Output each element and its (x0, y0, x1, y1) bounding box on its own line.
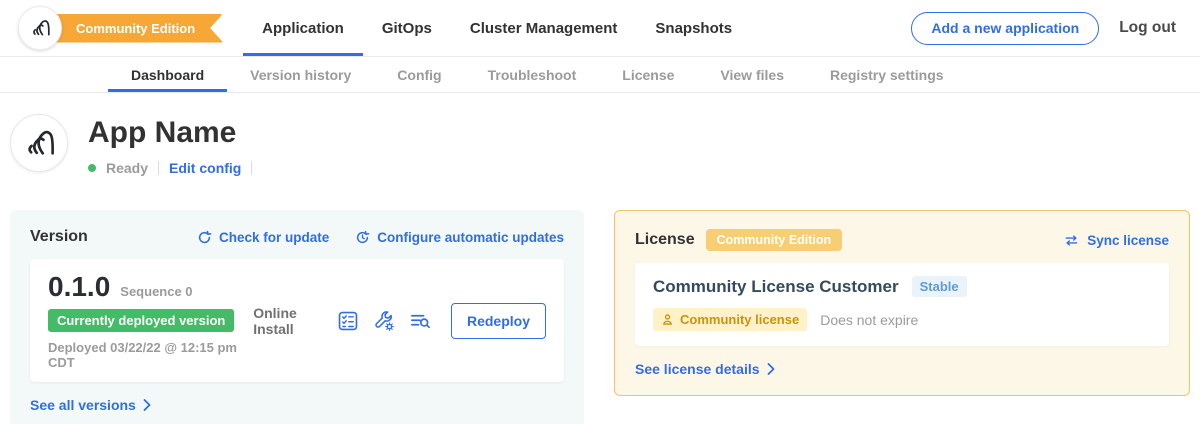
version-card: Version Check for update (10, 210, 584, 424)
replicated-logo-icon (29, 17, 51, 39)
license-type-row: Community license Does not expire (653, 308, 1151, 331)
brand: Community Edition (18, 6, 223, 50)
dashboard-content: App Name Ready Edit config Version (0, 114, 1200, 424)
logout-link[interactable]: Log out (1119, 19, 1176, 37)
subnav-dashboard[interactable]: Dashboard (108, 57, 227, 92)
sync-arrows-icon (1063, 234, 1080, 247)
current-version-panel: 0.1.0 Sequence 0 Currently deployed vers… (30, 259, 564, 382)
check-for-update-link[interactable]: Check for update (197, 230, 329, 245)
license-type-label: Community license (680, 312, 799, 327)
version-card-actions: Check for update Configure automatic upd… (197, 230, 564, 245)
see-license-details-label: See license details (635, 361, 760, 377)
license-details-panel: Community License Customer Stable Commun… (635, 263, 1169, 346)
topbar-actions: Add a new application Log out (911, 0, 1176, 56)
app-header-text: App Name Ready Edit config (88, 114, 252, 176)
edition-ribbon-label: Community Edition (76, 21, 195, 36)
chevron-right-icon (767, 363, 775, 375)
expiration-text: Does not expire (820, 312, 918, 328)
app-logo-icon (22, 126, 56, 160)
license-card-title: License (635, 231, 695, 249)
tab-gitops[interactable]: GitOps (363, 0, 451, 56)
see-license-details-link[interactable]: See license details (635, 361, 775, 377)
app-status-row: Ready Edit config (88, 160, 252, 176)
refresh-icon (197, 230, 212, 245)
redeploy-button[interactable]: Redeploy (451, 303, 546, 339)
subnav-version-history[interactable]: Version history (227, 57, 374, 92)
status-badge: Ready (106, 160, 148, 176)
edition-ribbon: Community Edition (40, 14, 223, 43)
preflight-checklist-icon[interactable] (337, 310, 359, 332)
check-for-update-label: Check for update (219, 230, 329, 245)
deployed-timestamp: Deployed 03/22/22 @ 12:15 pm CDT (48, 340, 253, 370)
see-all-versions-label: See all versions (30, 397, 136, 413)
sequence-label: Sequence 0 (120, 284, 192, 299)
version-card-header: Version Check for update (30, 228, 564, 246)
version-card-title: Version (30, 228, 88, 246)
channel-badge: Stable (912, 276, 967, 297)
divider (158, 161, 159, 175)
app-icon (10, 114, 68, 172)
status-dot (88, 164, 96, 172)
secondary-nav: Dashboard Version history Config Trouble… (0, 57, 1200, 93)
add-new-application-button[interactable]: Add a new application (911, 12, 1099, 45)
license-user-icon (661, 313, 674, 326)
page-title: App Name (88, 116, 252, 150)
configure-automatic-updates-label: Configure automatic updates (377, 230, 564, 245)
version-number: 0.1.0 (48, 271, 110, 303)
primary-nav: Application GitOps Cluster Management Sn… (243, 0, 751, 56)
subnav-view-files[interactable]: View files (697, 57, 807, 92)
license-card-header: License Community Edition Sync license (635, 229, 1169, 251)
customer-name: Community License Customer (653, 277, 899, 297)
tab-snapshots[interactable]: Snapshots (636, 0, 751, 56)
sync-license-label: Sync license (1087, 233, 1169, 248)
tab-application[interactable]: Application (243, 0, 363, 56)
install-type-label: Online Install (253, 305, 321, 337)
top-header: Community Edition Application GitOps Clu… (0, 0, 1200, 57)
subnav-registry-settings[interactable]: Registry settings (807, 57, 967, 92)
subnav-config[interactable]: Config (374, 57, 464, 92)
dashboard-cards: Version Check for update (10, 210, 1190, 424)
config-wrench-icon[interactable] (373, 310, 395, 332)
currently-deployed-badge: Currently deployed version (48, 309, 234, 332)
auto-update-clock-icon (355, 230, 370, 245)
community-edition-badge: Community Edition (706, 229, 843, 251)
edit-config-link[interactable]: Edit config (169, 160, 241, 176)
sync-license-link[interactable]: Sync license (1063, 233, 1169, 248)
deploy-logs-icon[interactable] (409, 310, 431, 332)
tab-cluster-management[interactable]: Cluster Management (451, 0, 637, 56)
version-line: 0.1.0 Sequence 0 (48, 271, 253, 303)
subnav-license[interactable]: License (599, 57, 697, 92)
license-type-badge: Community license (653, 308, 807, 331)
configure-automatic-updates-link[interactable]: Configure automatic updates (355, 230, 564, 245)
license-card: License Community Edition Sync license C… (614, 210, 1190, 396)
replicated-logo (18, 6, 62, 50)
app-header: App Name Ready Edit config (10, 114, 1190, 176)
current-version-info: 0.1.0 Sequence 0 Currently deployed vers… (48, 271, 253, 370)
see-all-versions-link[interactable]: See all versions (30, 397, 151, 413)
license-customer-row: Community License Customer Stable (653, 276, 1151, 297)
chevron-right-icon (143, 399, 151, 411)
divider (251, 161, 252, 175)
subnav-troubleshoot[interactable]: Troubleshoot (465, 57, 600, 92)
version-actions: Online Install (253, 303, 546, 339)
license-title-group: License Community Edition (635, 229, 842, 251)
